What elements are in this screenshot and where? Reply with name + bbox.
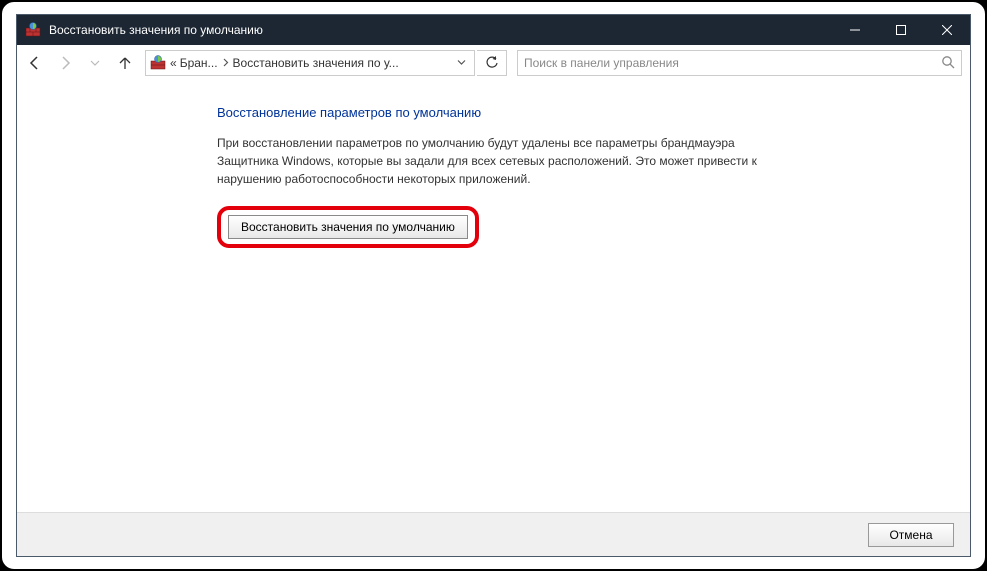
breadcrumb-item-2[interactable]: Восстановить значения по у... xyxy=(233,56,399,70)
breadcrumb-prefix: « xyxy=(170,56,177,70)
nav-up-button[interactable] xyxy=(111,49,139,77)
titlebar: Восстановить значения по умолчанию xyxy=(17,15,970,45)
nav-forward-button[interactable] xyxy=(51,49,79,77)
close-button[interactable] xyxy=(924,15,970,45)
window-title: Восстановить значения по умолчанию xyxy=(49,23,832,37)
window: Восстановить значения по умолчанию xyxy=(16,14,971,557)
search-icon xyxy=(941,55,955,72)
page-heading: Восстановление параметров по умолчанию xyxy=(217,105,930,120)
nav-back-button[interactable] xyxy=(21,49,49,77)
window-controls xyxy=(832,15,970,45)
nav-row: « Бран... Восстановить значения по у... xyxy=(17,45,970,81)
minimize-button[interactable] xyxy=(832,15,878,45)
address-bar[interactable]: « Бран... Восстановить значения по у... xyxy=(145,50,475,76)
footer-bar: Отмена xyxy=(17,512,970,556)
chevron-right-icon xyxy=(222,58,229,69)
breadcrumb-item-1[interactable]: Бран... xyxy=(180,56,218,70)
nav-recent-dropdown[interactable] xyxy=(81,49,109,77)
page-description: При восстановлении параметров по умолчан… xyxy=(217,134,777,188)
firewall-icon xyxy=(150,55,166,71)
maximize-button[interactable] xyxy=(878,15,924,45)
search-box[interactable] xyxy=(517,50,962,76)
refresh-button[interactable] xyxy=(477,50,507,76)
search-input[interactable] xyxy=(524,56,935,70)
content-area: Восстановление параметров по умолчанию П… xyxy=(17,81,970,512)
address-dropdown-icon[interactable] xyxy=(453,58,470,68)
restore-defaults-button[interactable]: Восстановить значения по умолчанию xyxy=(228,215,468,239)
annotation-highlight: Восстановить значения по умолчанию xyxy=(217,206,479,248)
cancel-button[interactable]: Отмена xyxy=(868,523,954,547)
firewall-icon xyxy=(25,22,41,38)
